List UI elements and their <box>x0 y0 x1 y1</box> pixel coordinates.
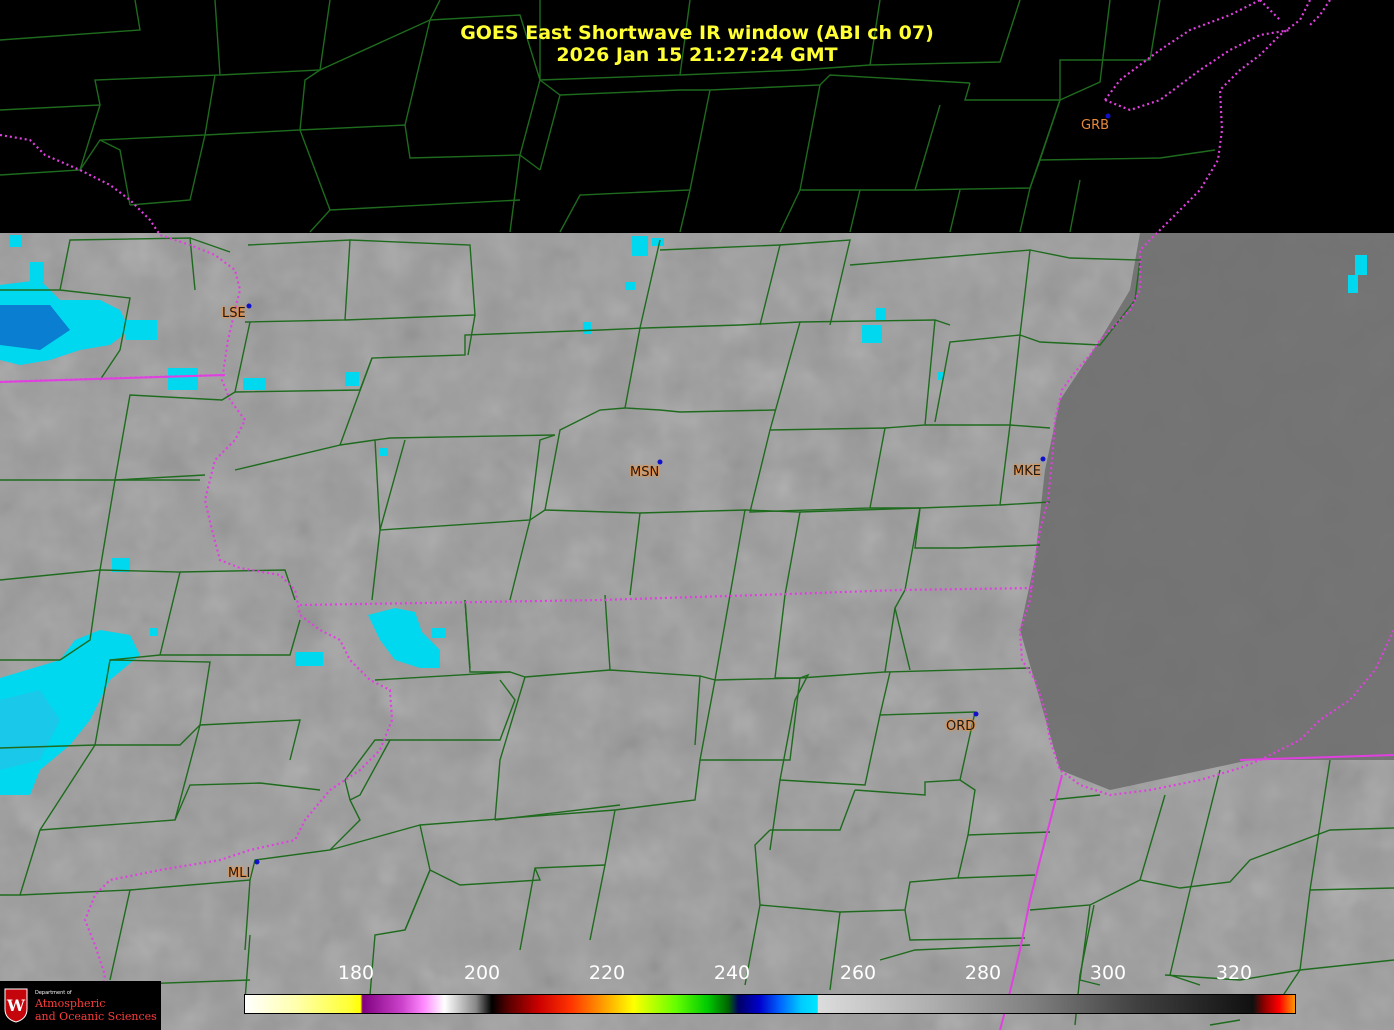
colorbar-tick: 200 <box>463 962 501 984</box>
station-dot-mli <box>254 859 260 865</box>
station-label-ord: ORD <box>946 719 976 734</box>
logo-line2: and Oceanic Sciences <box>35 1010 157 1023</box>
colorbar-tick: 220 <box>588 962 626 984</box>
station-label-lse: LSE <box>222 306 246 321</box>
colorbar-tick: 180 <box>337 962 375 984</box>
logo-department: Department of <box>35 990 72 996</box>
logo-line1: Atmospheric <box>35 997 106 1010</box>
satellite-image-viewer: GOES East Shortwave IR window (ABI ch 07… <box>0 0 1394 1030</box>
station-label-mke: MKE <box>1013 464 1041 479</box>
svg-text:W: W <box>6 996 26 1015</box>
colorbar-tick: 320 <box>1215 962 1253 984</box>
colorbar-tick: 260 <box>839 962 877 984</box>
station-dot-ord <box>973 711 979 717</box>
station-label-mli: MLI <box>228 866 251 881</box>
station-dot-mke <box>1040 456 1046 462</box>
colorbar-tick: 300 <box>1089 962 1127 984</box>
aos-logo: W Department of Atmospheric and Oceanic … <box>0 981 161 1030</box>
satellite-map <box>0 0 1394 1030</box>
station-label-msn: MSN <box>630 465 660 480</box>
image-timestamp: 2026 Jan 15 21:27:24 GMT <box>556 44 838 66</box>
station-dot-msn <box>657 459 663 465</box>
colorbar-tick: 280 <box>964 962 1002 984</box>
station-dot-lse <box>246 303 252 309</box>
temperature-colorbar <box>244 994 1296 1014</box>
colorbar-tick: 240 <box>713 962 751 984</box>
uw-crest-icon: W <box>4 988 28 1023</box>
station-label-grb: GRB <box>1081 118 1110 133</box>
product-title: GOES East Shortwave IR window (ABI ch 07… <box>460 22 934 44</box>
